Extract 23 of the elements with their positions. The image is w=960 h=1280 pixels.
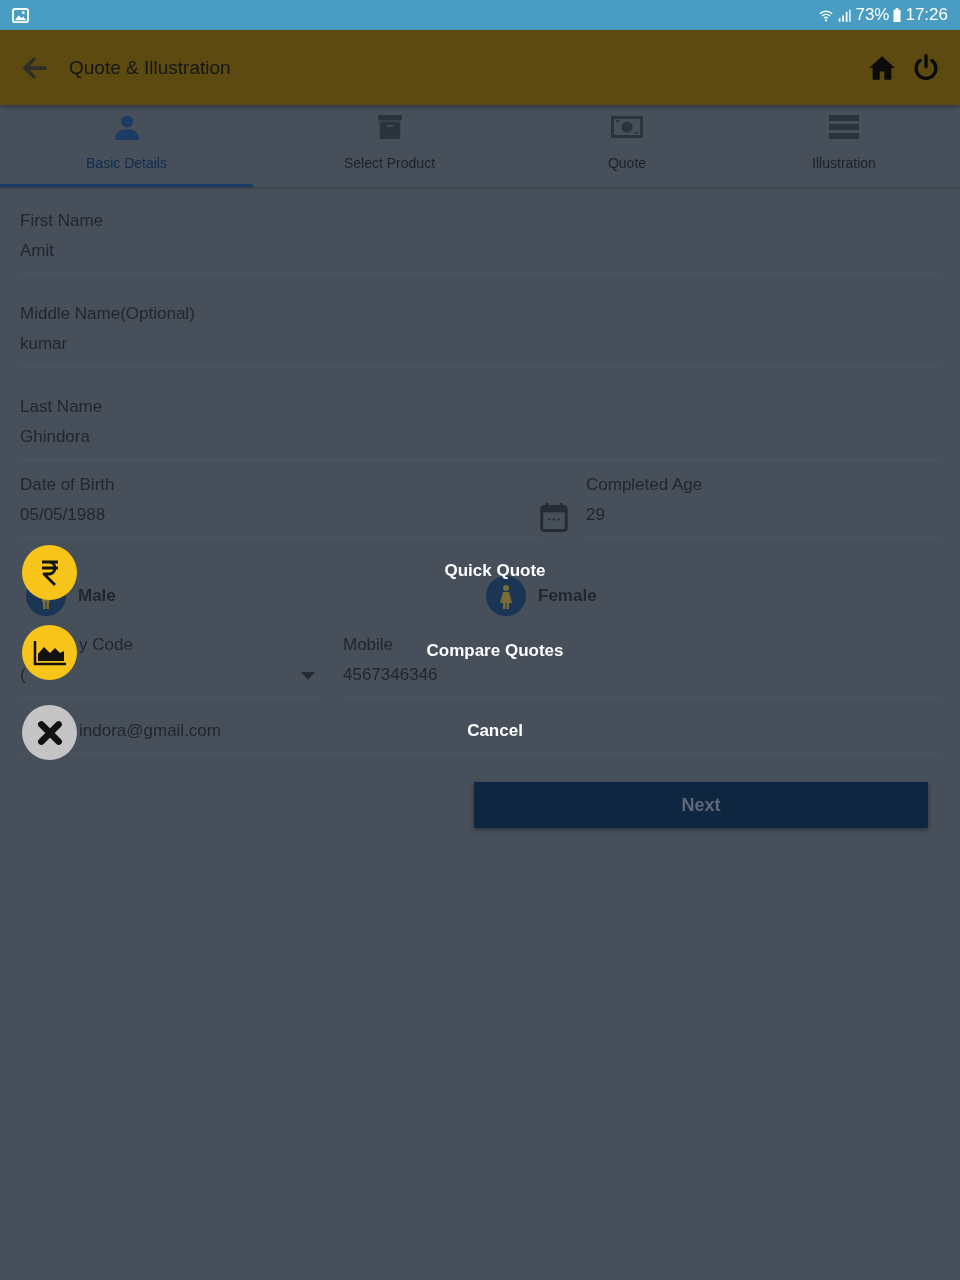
fab-menu-label[interactable]: Quick Quote xyxy=(444,561,546,581)
signal-icon xyxy=(837,7,852,23)
battery-percentage: 73% xyxy=(855,5,890,25)
power-icon[interactable] xyxy=(912,53,940,82)
fab-menu-label[interactable]: Cancel xyxy=(467,721,523,741)
close-fab-menu[interactable] xyxy=(22,705,77,760)
close-icon xyxy=(36,719,63,746)
screen-title: Quote & Illustration xyxy=(69,56,231,79)
rupee-icon xyxy=(39,559,60,586)
step-tab[interactable]: Basic Details xyxy=(0,105,253,187)
person-icon xyxy=(113,113,140,141)
speed-dial-fab-menu[interactable] xyxy=(22,545,77,600)
clock-time: 17:26 xyxy=(905,5,948,25)
server-list-icon xyxy=(828,113,860,141)
archive-box-icon xyxy=(376,113,403,141)
fab-menu-label[interactable]: Compare Quotes xyxy=(426,641,564,661)
battery-icon xyxy=(893,8,902,22)
calendar-icon[interactable] xyxy=(540,501,568,533)
next-button[interactable]: Next xyxy=(474,782,928,828)
image-icon xyxy=(12,7,29,23)
banknote-icon xyxy=(611,113,643,141)
area-chart-icon xyxy=(32,639,67,666)
dropdown-caret-icon xyxy=(301,672,315,680)
